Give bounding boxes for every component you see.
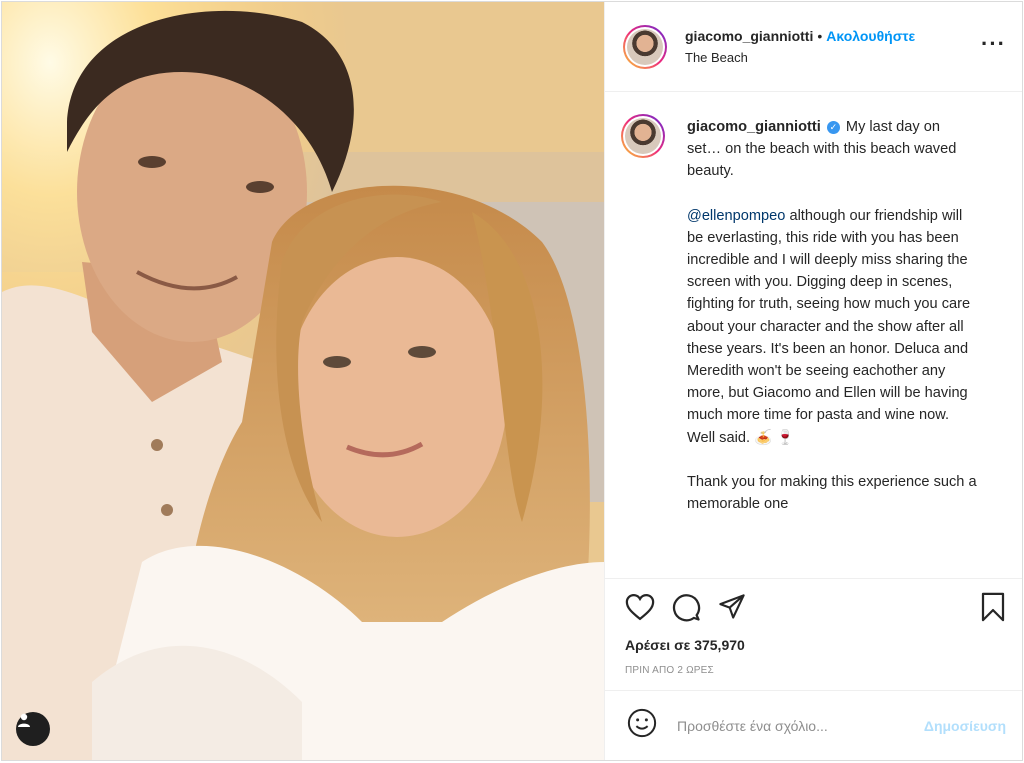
more-horizontal-icon[interactable]: ··· (981, 31, 1006, 57)
emoji-icon[interactable] (627, 708, 657, 743)
action-bar: Αρέσει σε 375,970 ΠΡΙΝ ΑΠΟ 2 ΩΡΕΣ (605, 578, 1022, 690)
author-username[interactable]: giacomo_gianniotti (685, 28, 813, 44)
post-caption: giacomo_gianniotti ✓ My last day on set…… (687, 116, 977, 578)
separator-dot: • (817, 28, 823, 44)
comment-composer: Δημοσίευση (605, 690, 1022, 760)
photo-illustration (2, 2, 604, 760)
caption-avatar[interactable] (621, 114, 665, 158)
post-timestamp[interactable]: ΠΡΙΝ ΑΠΟ 2 ΩΡΕΣ (625, 665, 1006, 676)
comment-input[interactable] (675, 716, 924, 735)
caption-line2: although our friendship will be everlast… (687, 207, 971, 446)
follow-button[interactable]: Ακολουθήστε (826, 28, 915, 44)
post-location[interactable]: The Beach (685, 50, 981, 65)
mention-link[interactable]: @ellenpompeo (687, 208, 785, 224)
bookmark-icon[interactable] (980, 592, 1006, 622)
author-avatar[interactable] (623, 24, 667, 69)
post-modal: giacomo_gianniotti • Ακολουθήστε The Bea… (1, 1, 1023, 761)
heart-icon[interactable] (625, 593, 655, 621)
likes-count[interactable]: Αρέσει σε 375,970 (625, 637, 1006, 653)
user-tag-icon[interactable] (16, 712, 50, 746)
post-header: giacomo_gianniotti • Ακολουθήστε The Bea… (605, 2, 1022, 92)
post-photo[interactable] (2, 2, 604, 760)
share-icon[interactable] (717, 593, 747, 621)
post-comment-button[interactable]: Δημοσίευση (924, 718, 1006, 734)
caption-line3: Thank you for making this experience suc… (687, 473, 977, 513)
comment-icon[interactable] (671, 592, 701, 622)
post-details-panel: giacomo_gianniotti • Ακολουθήστε The Bea… (604, 2, 1022, 760)
verified-badge-icon: ✓ (826, 120, 840, 134)
caption-username[interactable]: giacomo_gianniotti (687, 119, 821, 135)
comments-area[interactable]: giacomo_gianniotti ✓ My last day on set…… (605, 92, 1022, 578)
